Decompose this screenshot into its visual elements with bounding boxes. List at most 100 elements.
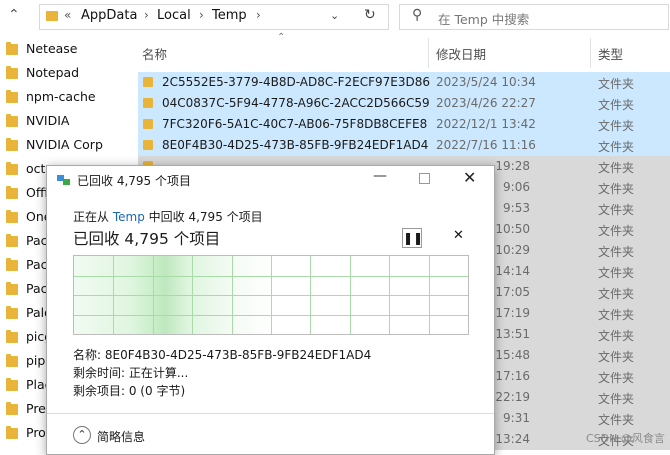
sidebar-item-label: Pac [26,257,48,272]
file-date: 15:48 [495,348,530,362]
file-type: 文件夹 [598,224,635,238]
folder-icon [6,138,18,151]
file-date: 14:14 [495,264,530,278]
file-type: 文件夹 [598,413,635,427]
file-type: 文件夹 [598,182,635,196]
items-remaining-line: 剩余项目: 0 (0 字节) [73,384,186,398]
folder-icon [6,162,18,175]
file-date: 2023/4/26 22:27 [436,96,536,110]
minimize-icon[interactable]: — [373,168,387,184]
folder-icon [6,282,18,295]
recycle-transfer-icon [57,174,71,186]
file-date: 19:28 [495,159,530,173]
fewer-details-button[interactable]: 简略信息 [97,428,145,445]
sidebar-item-label: Pro [26,425,46,440]
search-input[interactable]: ⚲ 在 Temp 中搜索 [399,4,669,30]
progress-grid-line [74,314,468,316]
from-suffix: 中回收 4,795 个项目 [148,210,263,224]
progress-chart [73,255,469,335]
file-date: 17:05 [495,285,530,299]
folder-icon [143,140,153,150]
folder-icon [6,426,18,439]
dialog-divider [47,413,494,414]
sidebar-item-label: Pac [26,233,48,248]
sidebar-item[interactable]: Notepad [4,62,124,86]
collapse-details-chevron-icon[interactable]: ⌃ [73,426,91,444]
pause-button[interactable]: ❚❚ [402,228,423,248]
folder-icon [143,119,153,129]
maximize-icon[interactable] [419,173,430,184]
folder-icon [6,378,18,391]
dialog-title: 已回收 4,795 个项目 [77,174,191,188]
folder-icon [143,77,153,87]
sidebar-item[interactable]: Netease [4,38,124,62]
file-date: 9:06 [503,180,530,194]
file-name: 2C5552E5-3779-4B8D-AD8C-F2ECF97E3D86 [162,75,430,89]
column-divider[interactable] [428,38,429,68]
overflow-chevron-icon[interactable]: « [64,8,71,22]
sidebar-item-label: pip [26,353,46,368]
sidebar-item-label: oct [26,161,46,176]
folder-icon [6,210,18,223]
file-name: 8E0F4B30-4D25-473B-85FB-9FB24EDF1AD4 [162,138,429,152]
search-placeholder: 在 Temp 中搜索 [438,12,530,27]
file-row[interactable]: 04C0837C-5F94-4778-A96C-2ACC2D566C59 2023… [138,93,670,114]
file-row[interactable]: 2C5552E5-3779-4B8D-AD8C-F2ECF97E3D86 2023… [138,72,670,93]
breadcrumb-separator-icon[interactable]: › [199,8,204,22]
folder-icon [6,186,18,199]
sidebar-item-label: NVIDIA Corp [26,137,103,152]
file-date: 2022/12/1 13:42 [436,117,536,131]
item-name-line: 名称: 8E0F4B30-4D25-473B-85FB-9FB24EDF1AD4 [73,348,372,362]
sidebar-item[interactable]: npm-cache [4,86,124,110]
file-date: 9:31 [503,411,530,425]
from-line: 正在从 Temp 中回收 4,795 个项目 [73,208,263,225]
progress-grid-line [74,295,468,296]
file-date: 9:53 [503,201,530,215]
close-icon[interactable]: ✕ [463,168,476,187]
refresh-icon[interactable]: ↻ [364,7,376,23]
breadcrumb-appdata[interactable]: AppData [81,8,137,23]
watermark: CSDN @风食言 [586,432,665,445]
sidebar-item[interactable]: NVIDIA Corp [4,134,124,158]
from-prefix: 正在从 [73,210,110,224]
breadcrumb-local[interactable]: Local [157,8,191,23]
file-date: 17:19 [495,306,530,320]
file-row[interactable]: 8E0F4B30-4D25-473B-85FB-9FB24EDF1AD4 2022… [138,135,670,156]
folder-icon [6,330,18,343]
breadcrumb-temp[interactable]: Temp [212,8,247,23]
file-date: 10:50 [495,222,530,236]
folder-icon [6,114,18,127]
sidebar-item[interactable]: NVIDIA [4,110,124,134]
file-name: 7FC320F6-5A1C-40C7-AB06-75F8DB8CEFE8 [162,117,428,131]
sidebar-item-label: Notepad [26,65,80,80]
search-icon: ⚲ [412,7,423,23]
nav-up-chevron-icon[interactable]: ⌃ [8,7,20,23]
address-bar-row: ⌃ « AppData › Local › Temp › ⌄ ↻ ⚲ 在 Tem… [0,0,670,34]
file-date: 17:16 [495,369,530,383]
file-type: 文件夹 [598,308,635,322]
file-date: 2023/5/24 10:34 [436,75,536,89]
file-date: 10:29 [495,243,530,257]
source-folder-link[interactable]: Temp [113,210,145,224]
breadcrumb-separator-icon[interactable]: › [256,8,261,22]
folder-icon [6,402,18,415]
file-row[interactable]: 7FC320F6-5A1C-40C7-AB06-75F8DB8CEFE8 2022… [138,114,670,135]
address-dropdown-chevron-icon[interactable]: ⌄ [330,9,339,22]
sort-ascending-chevron-icon: ⌃ [277,32,286,43]
file-type: 文件夹 [598,392,635,406]
address-bar[interactable]: « AppData › Local › Temp › ⌄ [39,4,389,30]
file-type: 文件夹 [598,140,635,154]
file-name: 04C0837C-5F94-4778-A96C-2ACC2D566C59 [162,96,430,110]
file-type: 文件夹 [598,161,635,175]
sidebar-item-label: Offi [26,185,48,200]
folder-icon [143,98,153,108]
breadcrumb-separator-icon[interactable]: › [144,8,149,22]
sidebar-item-label: NVIDIA [26,113,70,128]
file-type: 文件夹 [598,98,635,112]
file-type: 文件夹 [598,77,635,91]
recycle-progress-dialog: 已回收 4,795 个项目 — ✕ 正在从 Temp 中回收 4,795 个项目… [46,165,495,455]
folder-icon [6,234,18,247]
file-date: 2022/7/16 11:16 [436,138,536,152]
cancel-x-icon[interactable]: ✕ [453,228,464,243]
column-divider[interactable] [590,38,591,68]
